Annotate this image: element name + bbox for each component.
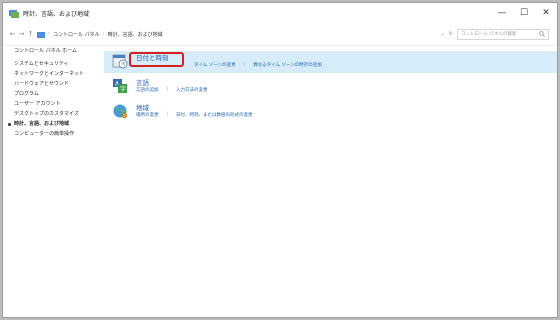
- link-change-time-zone[interactable]: タイム ゾーンの変更: [194, 62, 236, 68]
- breadcrumb-folder-icon: [37, 31, 45, 38]
- search-placeholder: コントロール パネルの検索: [461, 32, 517, 37]
- maximize-button[interactable]: ☐: [513, 3, 535, 23]
- link-add-clocks[interactable]: 異なるタイム ゾーンの時計の追加: [253, 62, 322, 68]
- svg-text:字: 字: [120, 85, 126, 93]
- link-separator: |: [243, 62, 246, 67]
- link-separator: |: [166, 112, 169, 117]
- sidebar-item-appearance[interactable]: デスクトップのカスタマイズ: [3, 109, 103, 119]
- breadcrumb-item-control-panel[interactable]: コントロール パネル: [53, 31, 100, 38]
- link-change-formats[interactable]: 日付、時刻、または数値の形式の変更: [176, 112, 253, 118]
- address-bar: ← → ↑ › コントロール パネル › 時計、言語、および地域 ⌄ ↻ コント…: [3, 23, 557, 46]
- category-title-language[interactable]: 言語: [136, 77, 149, 87]
- highlight-callout-box: [129, 52, 184, 67]
- category-region[interactable]: 地域 場所の変更 | 日付、時刻、または数値の形式の変更: [104, 101, 557, 123]
- refresh-icon[interactable]: ↻: [449, 31, 453, 37]
- clock-calendar-icon: [112, 54, 128, 69]
- address-controls: ⌄ ↻ コントロール パネルの検索: [441, 28, 549, 40]
- forward-arrow-icon[interactable]: →: [17, 30, 26, 38]
- link-change-location[interactable]: 場所の変更: [136, 112, 159, 118]
- up-arrow-icon[interactable]: ↑: [26, 30, 35, 38]
- window-title: 時計、言語、および地域: [23, 10, 90, 18]
- link-add-language[interactable]: 言語の追加: [136, 87, 159, 93]
- sidebar-item-network[interactable]: ネットワークとインターネット: [3, 69, 103, 79]
- breadcrumb-item-current[interactable]: 時計、言語、および地域: [108, 31, 163, 38]
- sidebar-item-ease-of-access[interactable]: コンピューターの簡単操作: [3, 129, 103, 139]
- sidebar: コントロール パネル ホーム システムとセキュリティ ネットワークとインターネッ…: [3, 46, 103, 139]
- search-icon[interactable]: [539, 31, 545, 37]
- chevron-right-icon: ›: [48, 31, 50, 37]
- sidebar-item-hardware-sound[interactable]: ハードウェアとサウンド: [3, 79, 103, 89]
- control-panel-app-icon: [9, 9, 19, 18]
- category-title-region[interactable]: 地域: [136, 102, 149, 112]
- sidebar-item-home[interactable]: コントロール パネル ホーム: [3, 46, 103, 56]
- globe-icon: [113, 104, 128, 119]
- link-change-input[interactable]: 入力方法の変更: [176, 87, 208, 93]
- back-arrow-icon[interactable]: ←: [8, 30, 17, 38]
- breadcrumb: › コントロール パネル › 時計、言語、および地域: [37, 31, 163, 38]
- close-button[interactable]: ✕: [535, 3, 557, 23]
- control-panel-window: 時計、言語、および地域 — ☐ ✕ ← → ↑ › コントロール パネル › 時…: [2, 2, 558, 318]
- chevron-right-icon: ›: [102, 31, 105, 37]
- sidebar-item-user-accounts[interactable]: ユーザー アカウント: [3, 99, 103, 109]
- minimize-button[interactable]: —: [491, 3, 513, 23]
- sidebar-item-programs[interactable]: プログラム: [3, 89, 103, 99]
- address-dropdown-icon[interactable]: ⌄: [441, 31, 445, 37]
- category-language[interactable]: A 字 言語 言語の追加 | 入力方法の変更: [104, 76, 557, 98]
- sidebar-item-system-security[interactable]: システムとセキュリティ: [3, 59, 103, 69]
- title-bar: 時計、言語、および地域 — ☐ ✕: [3, 3, 557, 23]
- search-input[interactable]: コントロール パネルの検索: [457, 28, 549, 40]
- link-separator: |: [166, 87, 169, 92]
- sidebar-item-clock-language-region[interactable]: 時計、言語、および地域: [3, 119, 103, 129]
- language-icon: A 字: [113, 79, 127, 93]
